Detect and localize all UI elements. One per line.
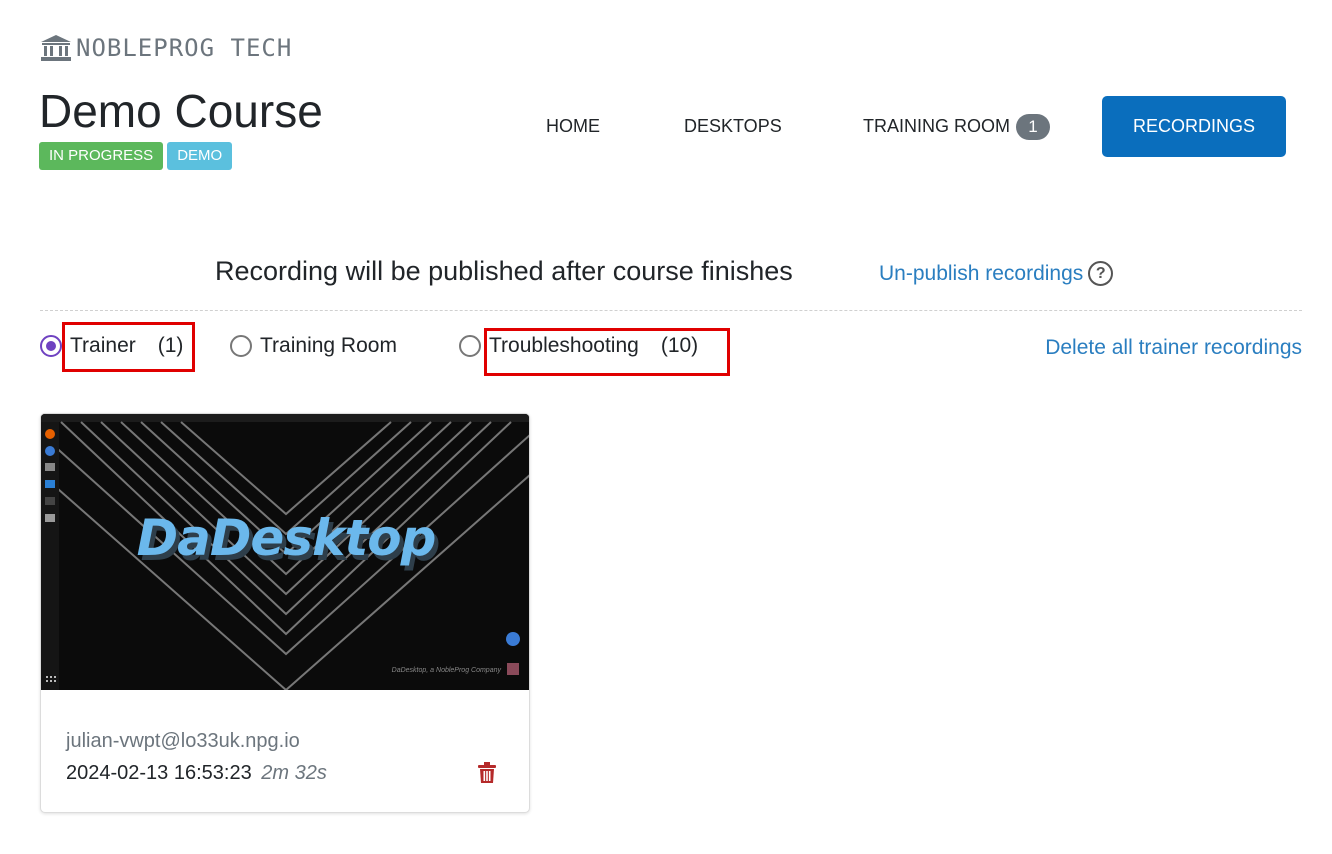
brand-name: NOBLEPROG TECH (76, 34, 293, 62)
status-badge: IN PROGRESS (39, 142, 164, 170)
filter-training-room[interactable]: Training Room (230, 334, 397, 358)
highlight-box-trainer (62, 322, 195, 372)
nav-desktops[interactable]: DESKTOPS (684, 116, 782, 137)
nav-recordings[interactable]: RECORDINGS (1102, 96, 1286, 157)
troubleshooting-radio[interactable] (459, 335, 481, 357)
recording-user: julian-vwpt@lo33uk.npg.io (66, 730, 300, 752)
delete-all-trainer-recordings-link[interactable]: Delete all trainer recordings (1045, 336, 1302, 360)
course-badges: IN PROGRESS DEMO (39, 142, 233, 170)
recording-datetime-row: 2024-02-13 16:53:23 2m 32s (66, 762, 327, 785)
unpublish-recordings-link[interactable]: Un-publish recordings ? (879, 261, 1114, 286)
publish-status-text: Recording will be published after course… (215, 256, 793, 286)
brand-logo[interactable]: NOBLEPROG TECH (40, 34, 292, 62)
course-title: Demo Course (39, 85, 323, 137)
recording-duration: 2m 32s (261, 762, 327, 784)
trash-icon[interactable] (477, 762, 497, 784)
thumbnail-title: DaDesktop (136, 509, 437, 567)
filter-training-room-label: Training Room (260, 334, 397, 357)
trainer-radio[interactable] (40, 335, 62, 357)
divider (40, 310, 1302, 311)
training-room-radio[interactable] (230, 335, 252, 357)
recording-card: DaDesktop DaDesktop, a NobleProg Company… (40, 413, 530, 813)
recording-datetime: 2024-02-13 16:53:23 (66, 762, 252, 784)
unpublish-recordings-label: Un-publish recordings (879, 261, 1084, 285)
recording-thumbnail[interactable]: DaDesktop DaDesktop, a NobleProg Company (41, 414, 529, 690)
question-circle-icon[interactable]: ? (1088, 261, 1114, 286)
bank-icon (41, 35, 71, 61)
nav-home[interactable]: HOME (546, 116, 600, 137)
demo-badge: DEMO (167, 142, 233, 170)
highlight-box-troubleshooting (484, 328, 730, 376)
nav-training-room-label: TRAINING ROOM (863, 116, 1010, 136)
training-room-count-badge: 1 (1016, 113, 1050, 140)
thumbnail-footer: DaDesktop, a NobleProg Company (391, 667, 501, 674)
nav-training-room[interactable]: TRAINING ROOM 1 (863, 113, 1050, 140)
